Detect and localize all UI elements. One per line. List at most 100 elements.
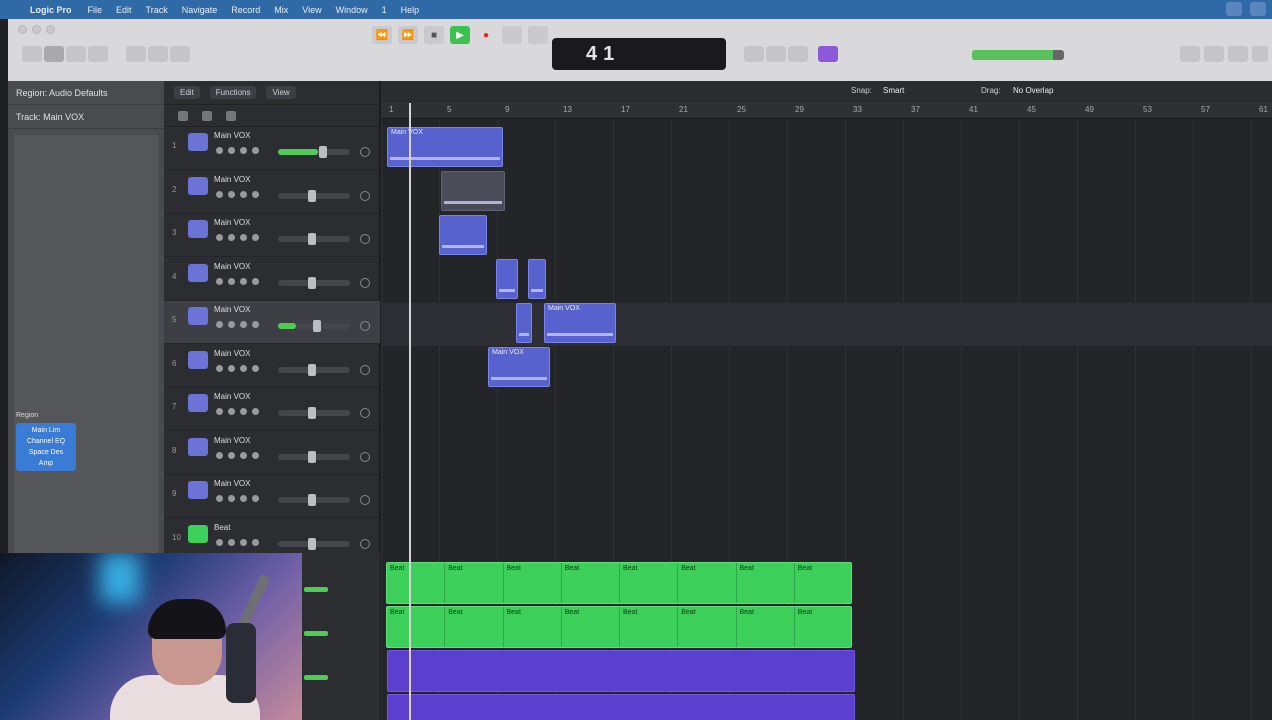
fader-knob[interactable] xyxy=(308,494,316,506)
smart-controls-button[interactable] xyxy=(126,46,146,62)
fader-knob[interactable] xyxy=(308,276,316,289)
track-name[interactable]: Main VOX xyxy=(214,436,250,445)
edit-menu[interactable]: Edit xyxy=(174,86,200,99)
plugin-slot[interactable]: Main Lim xyxy=(18,425,74,436)
volume-fader[interactable] xyxy=(278,363,350,376)
lcd-display[interactable]: 41 xyxy=(552,38,726,70)
track-name[interactable]: Main VOX xyxy=(214,305,250,314)
toolbar-button[interactable] xyxy=(88,46,108,62)
capture-button[interactable] xyxy=(502,26,522,44)
pan-knob[interactable] xyxy=(360,321,370,331)
snap-menu[interactable]: Smart xyxy=(883,86,904,95)
pan-knob[interactable] xyxy=(360,364,370,375)
record-enable-button[interactable] xyxy=(240,147,247,154)
track-name[interactable]: Main VOX xyxy=(214,392,250,401)
inspector-button[interactable] xyxy=(44,46,64,62)
volume-fader[interactable] xyxy=(278,320,350,332)
minimize-window-icon[interactable] xyxy=(32,25,41,34)
audio-region[interactable] xyxy=(516,303,532,343)
beat-region[interactable]: Beat xyxy=(562,607,620,647)
plugin-slots[interactable]: Main Lim Channel EQ Space Des Amp xyxy=(16,423,76,471)
mute-button[interactable] xyxy=(216,364,223,372)
track-name[interactable]: Main VOX xyxy=(214,262,250,271)
mute-button[interactable] xyxy=(216,190,223,198)
view-menu[interactable]: View xyxy=(266,86,296,99)
solo-button[interactable] xyxy=(228,234,235,241)
drag-menu[interactable]: No Overlap xyxy=(1013,86,1053,95)
menu-help[interactable]: Help xyxy=(401,5,420,15)
zoom-window-icon[interactable] xyxy=(46,25,55,34)
record-enable-button[interactable] xyxy=(240,451,247,459)
input-monitor-button[interactable] xyxy=(252,364,259,372)
region-inspector-header[interactable]: Region: Audio Defaults xyxy=(8,81,164,105)
menu-one[interactable]: 1 xyxy=(382,5,387,15)
beat-region[interactable]: Beat xyxy=(737,607,795,647)
beat-region[interactable]: Beat xyxy=(387,563,446,603)
beat-region[interactable]: Beat xyxy=(387,607,446,647)
audio-region[interactable] xyxy=(441,171,505,211)
browser-button[interactable] xyxy=(1252,46,1268,62)
pan-knob[interactable] xyxy=(360,234,370,244)
fader-knob[interactable] xyxy=(308,450,316,463)
solo-button[interactable] xyxy=(228,364,235,372)
beat-region[interactable]: Beat xyxy=(620,563,679,603)
rewind-button[interactable]: ⏪ xyxy=(372,26,392,44)
volume-fader[interactable] xyxy=(278,494,350,506)
menu-view[interactable]: View xyxy=(302,5,321,15)
beat-region[interactable]: Beat xyxy=(445,563,504,603)
input-monitor-button[interactable] xyxy=(252,451,259,459)
beat-region[interactable]: Beat xyxy=(678,563,737,603)
fader-knob[interactable] xyxy=(308,189,316,202)
quick-help-button[interactable] xyxy=(66,46,86,62)
mute-button[interactable] xyxy=(216,277,223,285)
cycle-button[interactable] xyxy=(744,46,764,62)
fader-knob[interactable] xyxy=(313,320,321,332)
mute-button[interactable] xyxy=(216,451,223,459)
record-enable-button[interactable] xyxy=(240,538,247,546)
pan-knob[interactable] xyxy=(360,451,370,462)
track-name[interactable]: Main VOX xyxy=(214,349,250,358)
input-monitor-button[interactable] xyxy=(252,321,259,328)
mute-button[interactable] xyxy=(216,538,223,546)
count-in-badge[interactable] xyxy=(818,46,838,62)
solo-button[interactable] xyxy=(788,46,808,62)
fader-knob[interactable] xyxy=(308,363,316,376)
menu-track[interactable]: Track xyxy=(146,5,168,15)
solo-button[interactable] xyxy=(228,451,235,459)
track-header[interactable]: 4 Main VOX xyxy=(164,258,380,301)
fader-knob[interactable] xyxy=(308,233,316,245)
plugin-slot[interactable]: Amp xyxy=(18,458,74,469)
track-name[interactable]: Main VOX xyxy=(214,479,250,488)
loop-browser-button[interactable] xyxy=(1228,46,1248,62)
solo-button[interactable] xyxy=(228,495,235,502)
editors-button[interactable] xyxy=(170,46,190,62)
solo-button[interactable] xyxy=(228,147,235,154)
track-name[interactable]: Main VOX xyxy=(214,218,250,227)
fader-knob[interactable] xyxy=(308,537,316,550)
midi-region[interactable] xyxy=(387,650,855,692)
track-header[interactable]: 3 Main VOX xyxy=(164,214,380,257)
midi-region[interactable] xyxy=(387,694,855,720)
master-volume-meter[interactable] xyxy=(972,50,1064,60)
volume-fader[interactable] xyxy=(278,233,350,245)
bar-ruler[interactable]: 1 5 9 13 17 21 25 29 33 37 41 45 49 53 57 61 xyxy=(381,103,1272,119)
track-name[interactable]: Main VOX xyxy=(214,131,250,140)
input-monitor-button[interactable] xyxy=(252,495,259,502)
pan-knob[interactable] xyxy=(360,190,370,201)
track-header[interactable]: 1 Main VOX xyxy=(164,127,380,170)
audio-region[interactable]: Main VOX xyxy=(488,347,550,387)
beat-region[interactable]: Beat xyxy=(504,563,562,603)
add-track-icon[interactable] xyxy=(178,110,188,121)
pan-knob[interactable] xyxy=(360,147,370,157)
notepad-button[interactable] xyxy=(1204,46,1224,62)
volume-fader[interactable] xyxy=(278,407,350,419)
menu-window[interactable]: Window xyxy=(336,5,368,15)
menu-edit[interactable]: Edit xyxy=(116,5,132,15)
solo-button[interactable] xyxy=(228,277,235,285)
record-enable-button[interactable] xyxy=(240,408,247,415)
pan-knob[interactable] xyxy=(360,495,370,505)
beat-region[interactable]: Beat xyxy=(737,563,795,603)
mute-button[interactable] xyxy=(216,495,223,502)
input-monitor-button[interactable] xyxy=(252,234,259,241)
menu-navigate[interactable]: Navigate xyxy=(182,5,218,15)
